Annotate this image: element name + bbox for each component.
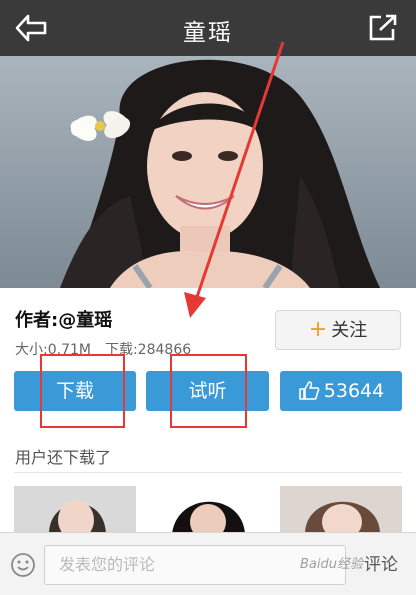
related-item[interactable] — [147, 486, 269, 534]
author-label[interactable]: 作者:@童瑶 — [15, 306, 112, 332]
divider — [14, 472, 402, 473]
smiley-icon[interactable] — [10, 552, 36, 578]
highlight-box-download — [40, 354, 125, 428]
related-thumbnail — [14, 486, 136, 534]
portrait-illustration — [0, 56, 416, 288]
related-title: 用户还下载了 — [15, 448, 112, 467]
follow-label: 关注 — [331, 320, 368, 341]
related-item[interactable] — [280, 486, 402, 534]
cover-photo — [0, 56, 416, 288]
watermark: Baidu经验 — [300, 557, 363, 572]
like-button[interactable]: 53644 — [280, 371, 402, 411]
like-count: 53644 — [323, 380, 385, 402]
related-thumbnail — [147, 486, 269, 534]
thumbs-up-icon — [298, 381, 320, 400]
top-bar: 童瑶 — [0, 0, 416, 56]
related-thumbnail — [280, 486, 402, 534]
related-item[interactable] — [14, 486, 136, 534]
share-icon[interactable] — [368, 14, 398, 42]
follow-button[interactable]: + 关注 — [275, 310, 401, 350]
plus-icon: + — [308, 317, 328, 342]
page-title: 童瑶 — [183, 20, 233, 46]
highlight-box-listen — [170, 354, 247, 428]
